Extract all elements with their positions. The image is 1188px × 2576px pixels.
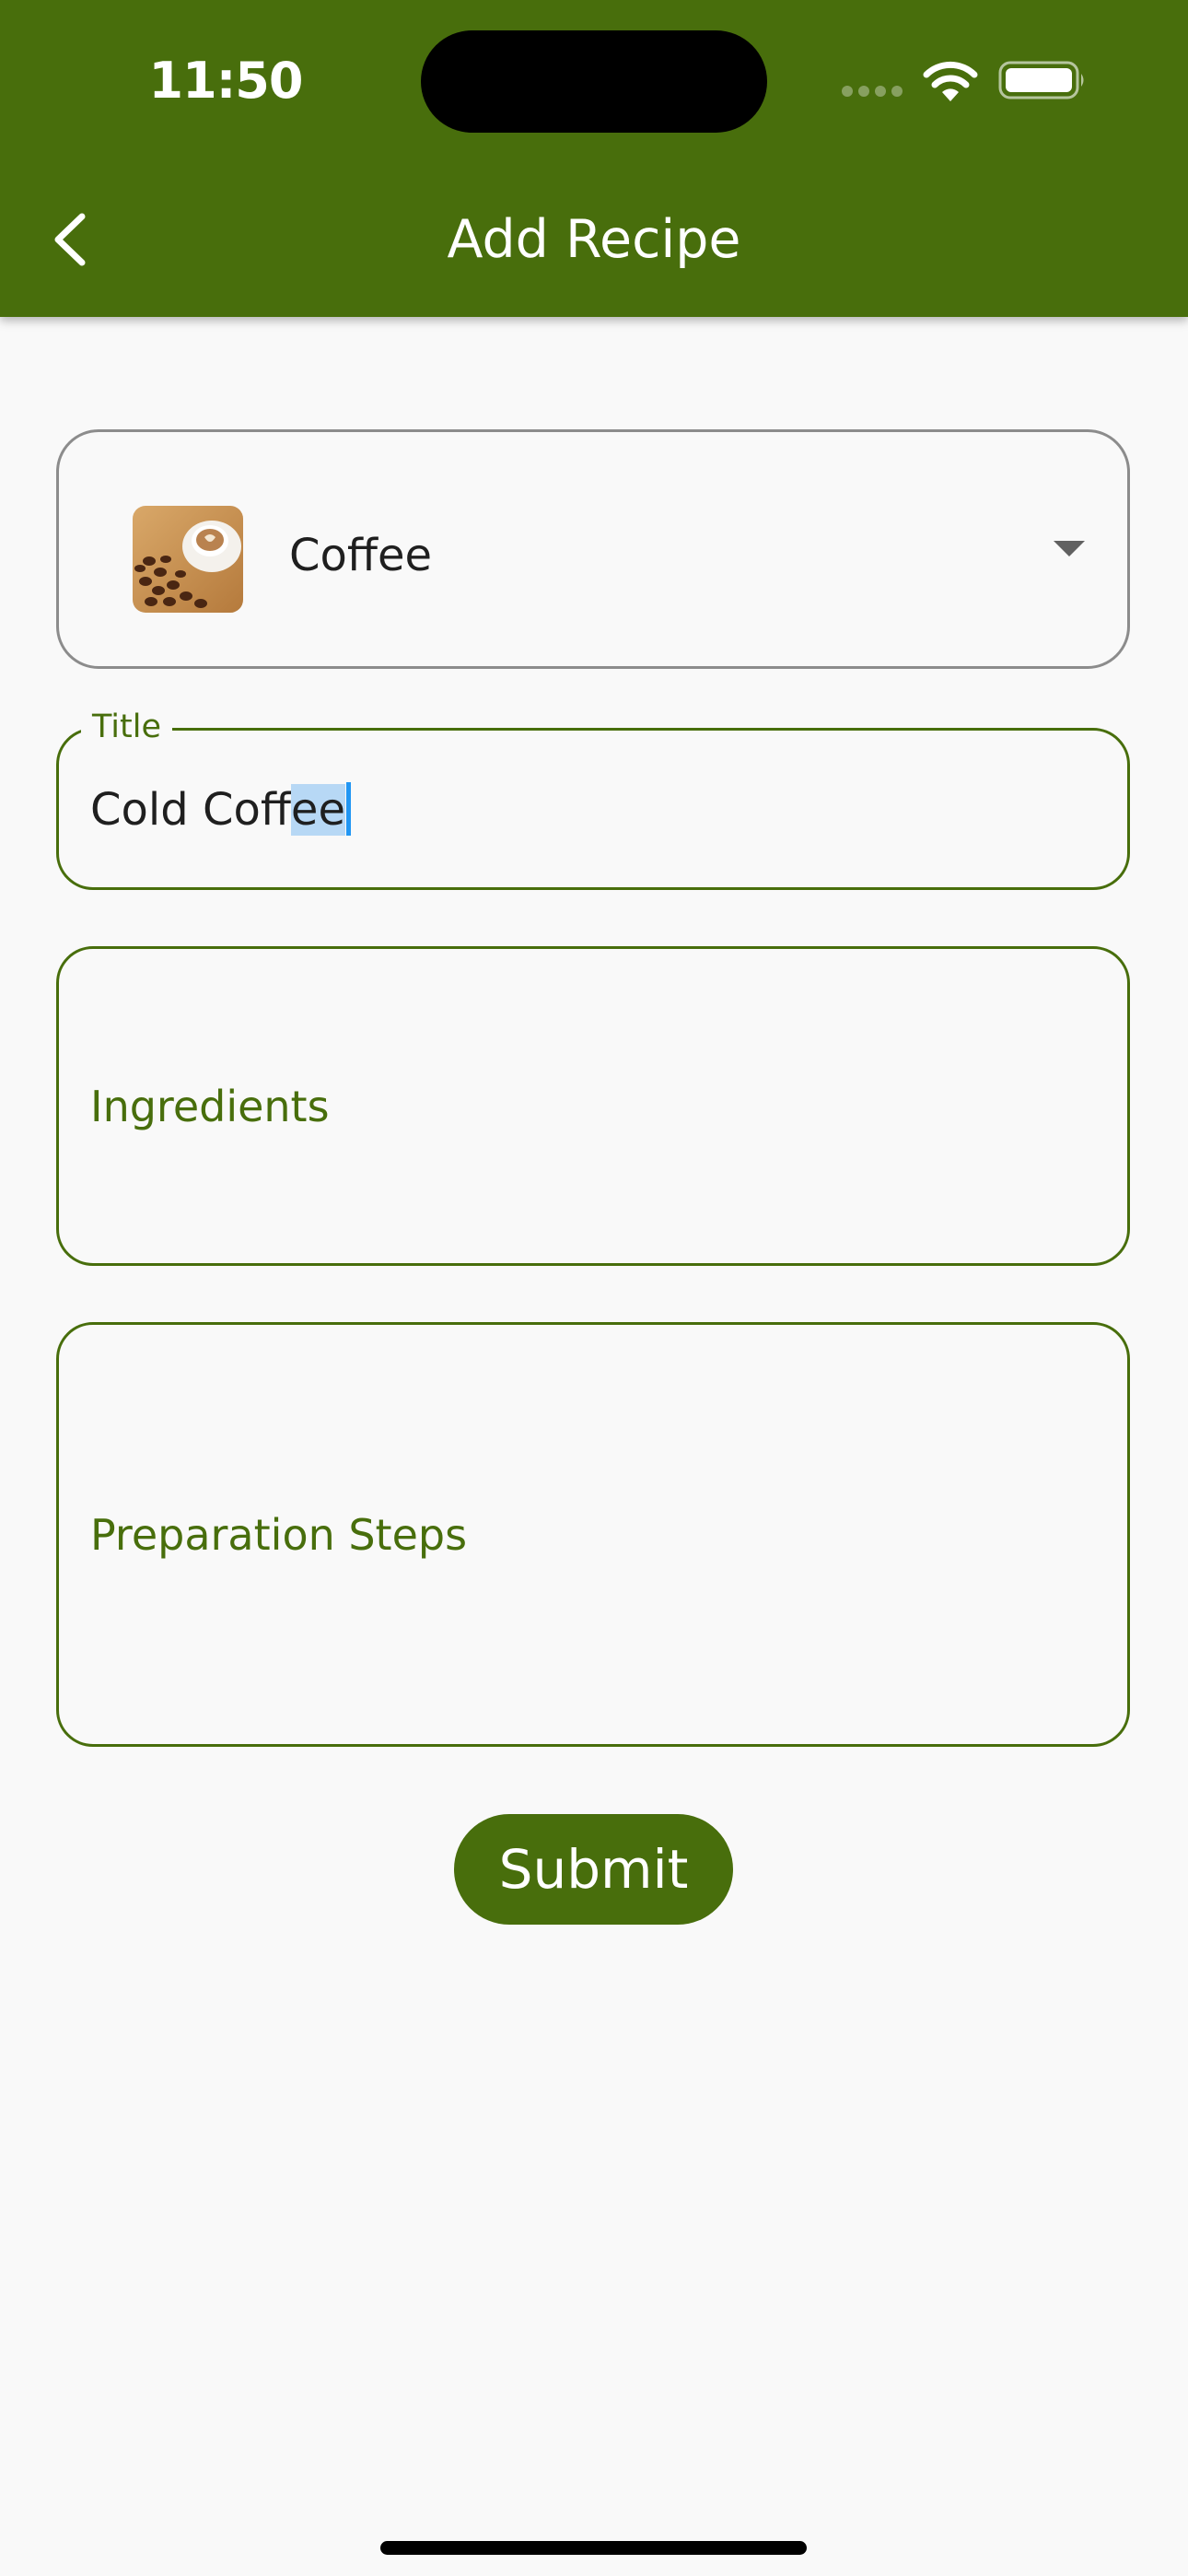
ingredients-input[interactable]: Ingredients [56,946,1130,1266]
title-selected-text: ee [290,784,345,836]
wifi-icon [923,61,978,101]
preparation-steps-placeholder: Preparation Steps [90,1510,468,1560]
page-title: Add Recipe [447,209,741,270]
home-indicator[interactable] [380,2541,807,2555]
text-cursor [345,782,351,836]
title-field-label: Title [81,707,173,747]
submit-button[interactable]: Submit [454,1814,733,1925]
dynamic-island [421,30,767,133]
status-time: 11:50 [148,52,304,110]
cellular-signal-icon [842,86,904,99]
title-input-value: Cold Coffee [90,775,351,845]
ingredients-placeholder: Ingredients [90,1082,330,1131]
app-bar: 11:50 Add Recipe [0,0,1188,317]
preparation-steps-input[interactable]: Preparation Steps [56,1322,1130,1747]
back-button[interactable] [28,205,111,275]
dropdown-arrow-icon [1054,541,1085,556]
category-dropdown[interactable]: Coffee [56,429,1130,669]
battery-icon [998,61,1084,100]
title-input[interactable]: Title Cold Coffee [56,707,1130,890]
category-selected-label: Coffee [289,530,433,581]
coffee-thumbnail [133,506,243,613]
title-text: Cold Coff [90,784,291,836]
chevron-left-icon [54,213,86,266]
